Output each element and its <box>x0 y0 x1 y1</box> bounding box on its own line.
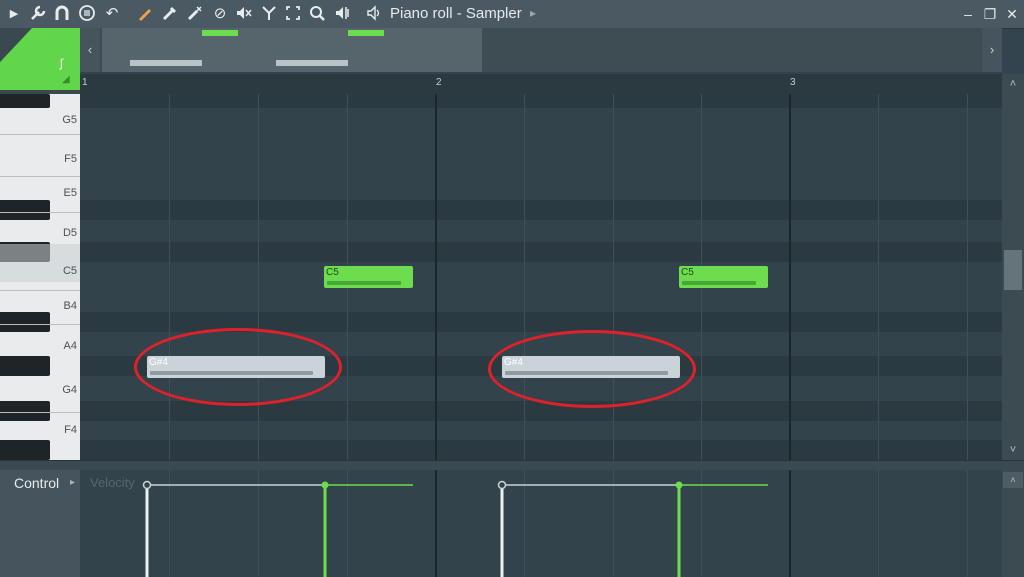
control-panel: Control ▸ <box>0 470 80 577</box>
delete-icon[interactable]: ⊘ <box>210 4 230 24</box>
grid-row <box>80 94 1002 108</box>
key-label: G5 <box>62 114 77 126</box>
piano-keyboard[interactable]: G5 F5 E5 D5 C5 B4 A4 G4 F4 <box>0 94 80 460</box>
beat-line <box>169 94 170 460</box>
key-label: D5 <box>62 227 77 239</box>
highlight-circle <box>134 328 342 406</box>
black-key[interactable] <box>0 94 50 108</box>
playback-icon[interactable] <box>332 4 352 24</box>
beat-line <box>878 94 879 460</box>
black-key[interactable] <box>0 401 50 421</box>
wrench-icon[interactable] <box>28 4 48 24</box>
highlight-circle <box>488 330 696 408</box>
play-arrow-icon[interactable]: ▶ <box>4 4 24 24</box>
scroll-up-icon[interactable]: ˄ <box>1002 74 1024 94</box>
key-label: F4 <box>64 424 77 436</box>
key-divider <box>0 412 80 413</box>
menu-circle-icon[interactable] <box>77 4 97 24</box>
bar-line <box>789 94 791 460</box>
note-label: C5 <box>681 267 694 278</box>
control-label[interactable]: Control <box>14 475 59 491</box>
bar-number: 2 <box>436 77 442 88</box>
control-scrollbar[interactable]: ˄ <box>1002 470 1024 577</box>
overview-note <box>276 60 348 66</box>
select-icon[interactable] <box>283 4 303 24</box>
timeline-ruler[interactable]: 1 2 3 <box>80 74 1002 94</box>
black-key[interactable] <box>0 440 50 460</box>
note-velocity-bar <box>682 281 756 285</box>
mute-icon[interactable] <box>234 4 254 24</box>
overview-note <box>202 30 238 36</box>
beat-line <box>967 94 968 460</box>
key-label: C5 <box>62 265 77 277</box>
magnet-icon[interactable] <box>52 4 72 24</box>
curve-icon[interactable]: ʃ <box>60 56 63 70</box>
delete-brush-icon[interactable] <box>185 4 205 24</box>
overview-note <box>348 30 384 36</box>
grid-row <box>80 200 1002 220</box>
key-divider <box>0 176 80 177</box>
velocity-lanes <box>142 480 768 577</box>
scroll-right-icon[interactable]: › <box>982 28 1002 72</box>
bar-line <box>435 94 437 460</box>
event-editor[interactable]: Velocity <box>80 470 1002 577</box>
vertical-scrollbar[interactable]: ˄ ˅ <box>1002 74 1024 460</box>
overview-note <box>130 60 202 66</box>
minimize-icon[interactable]: ‒ <box>958 4 978 24</box>
note-label: C5 <box>326 267 339 278</box>
paint-brush-icon[interactable] <box>160 4 180 24</box>
scrollbar-thumb[interactable] <box>1004 250 1022 290</box>
scroll-down-icon[interactable]: ˅ <box>1002 440 1024 460</box>
key-divider <box>0 324 80 325</box>
grid-row <box>80 242 1002 262</box>
tool-corner[interactable]: ʃ ◢ <box>0 28 80 94</box>
pencil-icon[interactable] <box>135 4 155 24</box>
scroll-up-icon[interactable]: ˄ <box>1003 472 1023 488</box>
zoom-icon[interactable] <box>307 4 327 24</box>
overview-window[interactable] <box>102 28 482 72</box>
note-velocity-bar <box>327 281 401 285</box>
bar-number: 3 <box>790 77 796 88</box>
grid-row <box>80 440 1002 460</box>
key-label: F5 <box>64 153 77 165</box>
black-key[interactable] <box>0 200 50 220</box>
key-label: E5 <box>63 187 77 199</box>
resize-grip-icon[interactable]: ◢ <box>62 74 70 85</box>
key-divider <box>0 212 80 213</box>
control-chevron-icon[interactable]: ▸ <box>70 477 75 488</box>
key-divider <box>0 134 80 135</box>
note[interactable]: C5 <box>324 266 413 288</box>
close-icon[interactable]: ✕ <box>1002 4 1022 24</box>
title-chevron-icon[interactable]: ▸ <box>530 6 536 20</box>
toolbar: ▶ ↶ ⊘ Piano roll - Sampler ▸ ‒ ❐ ✕ <box>0 0 1024 29</box>
key-label: A4 <box>63 340 77 352</box>
beat-line <box>524 94 525 460</box>
black-key[interactable] <box>0 312 50 332</box>
slice-icon[interactable] <box>259 4 279 24</box>
black-key[interactable] <box>0 356 50 376</box>
window-title: Piano roll - Sampler <box>390 5 522 22</box>
scroll-left-icon[interactable]: ‹ <box>80 28 100 72</box>
note-grid[interactable]: C5 C5 G#4 G#4 <box>80 94 1002 460</box>
note[interactable]: C5 <box>679 266 768 288</box>
undo-icon[interactable]: ↶ <box>102 4 122 24</box>
key-label: G4 <box>62 384 77 396</box>
key-label: B4 <box>63 300 77 312</box>
bar-number: 1 <box>82 77 88 88</box>
speaker-icon <box>364 4 384 24</box>
restore-icon[interactable]: ❐ <box>980 4 1000 24</box>
key-divider <box>0 290 80 291</box>
